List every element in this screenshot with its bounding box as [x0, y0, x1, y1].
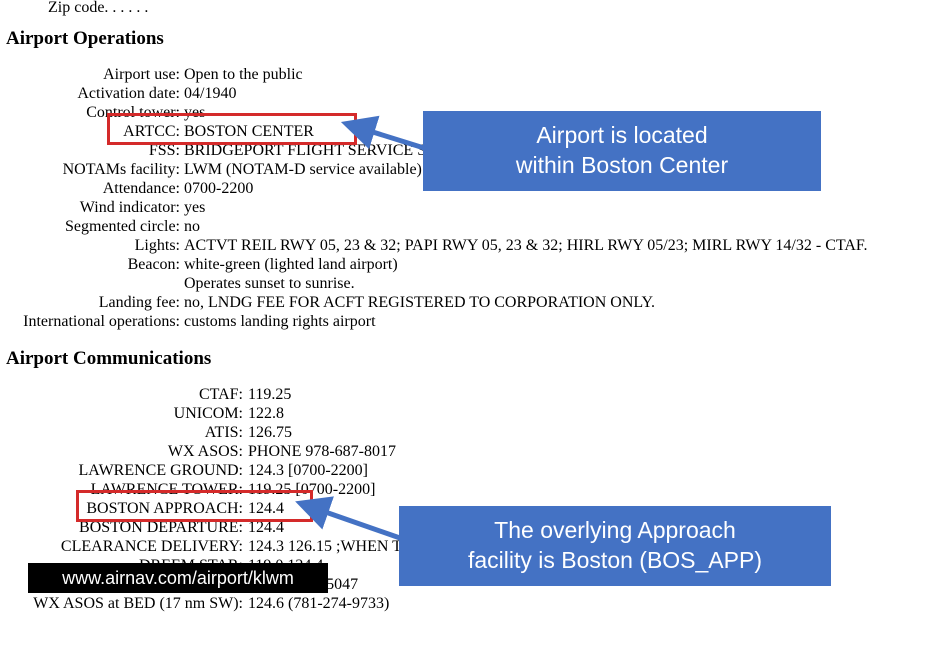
callout-boston-center: Airport is located within Boston Center: [423, 111, 821, 191]
comm-value: 124.3 [0700-2200]: [248, 462, 368, 480]
highlight-artcc: [107, 113, 357, 145]
url-banner: www.airnav.com/airport/klwm: [28, 563, 328, 593]
ops-value: 0700-2200: [184, 180, 253, 198]
ops-label: Landing fee:: [99, 294, 180, 312]
ops-value: ACTVT REIL RWY 05, 23 & 32; PAPI RWY 05,…: [184, 237, 868, 255]
comm-label: UNICOM:: [174, 405, 243, 423]
comm-label: WX ASOS:: [168, 443, 243, 461]
comm-label: LAWRENCE GROUND:: [79, 462, 243, 480]
ops-label: Wind indicator:: [80, 199, 180, 217]
ops-label: Attendance:: [103, 180, 180, 198]
comm-label: CTAF:: [199, 386, 243, 404]
ops-value: yes: [184, 199, 205, 217]
callout-boston-approach: The overlying Approach facility is Bosto…: [399, 506, 831, 586]
ops-value: white-green (lighted land airport): [184, 256, 398, 274]
ops-value: customs landing rights airport: [184, 313, 376, 331]
ops-value: LWM (NOTAM-D service available): [184, 161, 422, 179]
comm-value: 122.8: [248, 405, 284, 423]
comm-label: ATIS:: [205, 424, 243, 442]
callout-text: The overlying Approach facility is Bosto…: [468, 516, 762, 576]
ops-label: Beacon:: [128, 256, 180, 274]
callout-line2: facility is Boston (BOS_APP): [468, 547, 762, 573]
ops-label: Airport use:: [103, 66, 180, 84]
ops-label: Activation date:: [77, 85, 180, 103]
ops-label: Segmented circle:: [65, 218, 180, 236]
callout-line1: Airport is located: [536, 122, 707, 148]
comm-value: 119.25: [248, 386, 291, 404]
ops-value: Operates sunset to sunrise.: [184, 275, 355, 293]
ops-value: no, LNDG FEE FOR ACFT REGISTERED TO CORP…: [184, 294, 655, 312]
ops-value: no: [184, 218, 200, 236]
comm-label: WX ASOS at BED (17 nm SW):: [33, 595, 243, 613]
ops-label: Lights:: [135, 237, 180, 255]
ops-label: NOTAMs facility:: [63, 161, 180, 179]
comm-value: 124.6 (781-274-9733): [248, 595, 389, 613]
comm-value: PHONE 978-687-8017: [248, 443, 396, 461]
callout-line2: within Boston Center: [516, 152, 728, 178]
ops-value: Open to the public: [184, 66, 303, 84]
arrow-icon: [304, 498, 404, 548]
ops-value: 04/1940: [184, 85, 236, 103]
highlight-approach: [76, 490, 313, 522]
page: Zip code. . . . . . Airport Operations A…: [0, 0, 938, 649]
ops-label: International operations:: [23, 313, 180, 331]
callout-line1: The overlying Approach: [494, 517, 736, 543]
arrow-icon: [350, 116, 430, 156]
zip-partial: Zip code. . . . . .: [48, 0, 148, 16]
comm-value: 126.75: [248, 424, 292, 442]
heading-communications: Airport Communications: [6, 348, 211, 370]
banner-text: www.airnav.com/airport/klwm: [62, 568, 294, 589]
callout-text: Airport is located within Boston Center: [516, 121, 728, 181]
comm-label: CLEARANCE DELIVERY:: [61, 538, 243, 556]
heading-operations: Airport Operations: [6, 28, 164, 50]
